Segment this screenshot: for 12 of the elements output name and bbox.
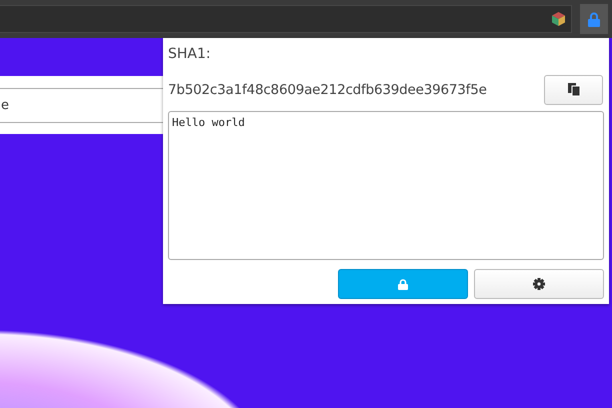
text-input[interactable]: Hello world xyxy=(168,110,604,260)
clipboard-icon xyxy=(568,83,580,96)
hash-label: SHA1: xyxy=(168,45,212,64)
copy-button[interactable] xyxy=(544,74,603,105)
hash-value: 7b502c3a1f48c8609ae212cdfb639dee39673f5e xyxy=(168,82,487,98)
encrypt-button[interactable] xyxy=(338,269,468,299)
settings-icon xyxy=(533,278,545,290)
lock-icon xyxy=(588,12,600,26)
lock-icon xyxy=(398,278,408,290)
field-text: e xyxy=(1,98,9,113)
settings-button[interactable] xyxy=(474,269,604,299)
cube-icon[interactable] xyxy=(552,12,565,26)
